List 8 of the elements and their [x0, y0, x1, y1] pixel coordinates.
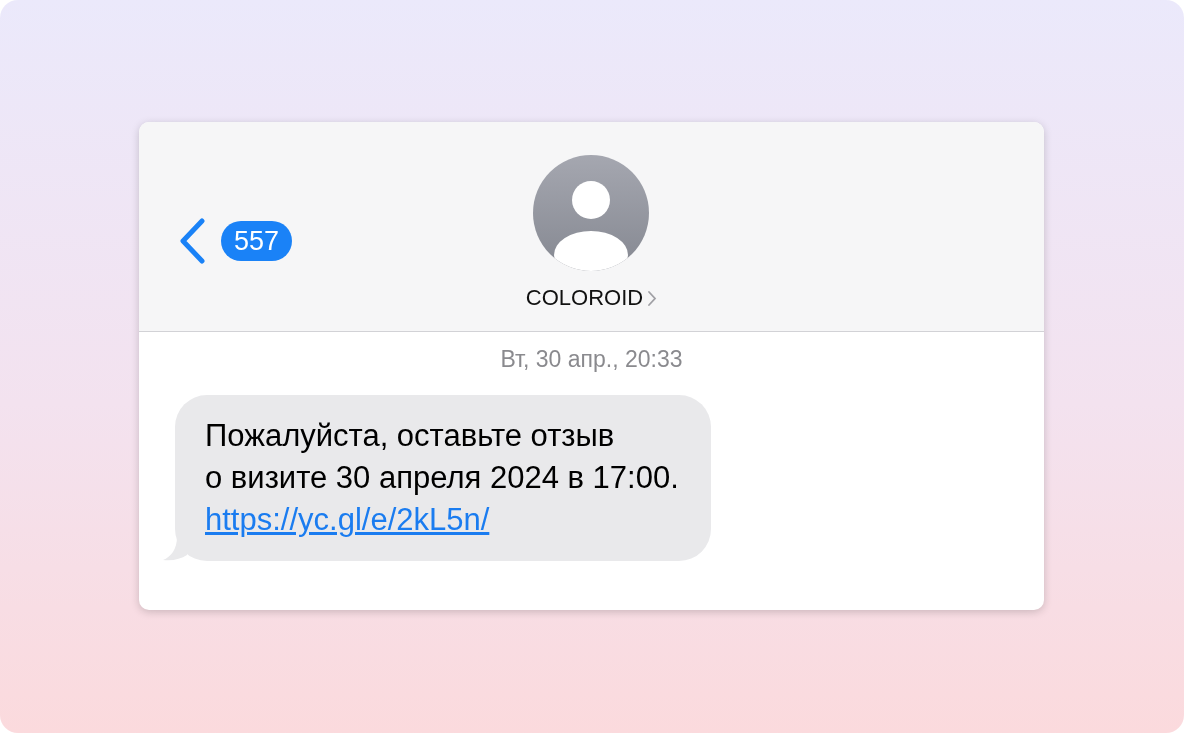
message-timestamp: Вт, 30 апр., 20:33: [499, 346, 684, 373]
message-text: Пожалуйста, оставьте отзыв о визите 30 апреля 2024 в 17:00. https://yc.gl/e/2kL5n/: [205, 417, 679, 539]
avatar-icon[interactable]: [533, 155, 650, 271]
message-link[interactable]: https://yc.gl/e/2kL5n/: [205, 502, 490, 537]
unread-count-badge[interactable]: 557: [221, 221, 293, 261]
back-icon[interactable]: [177, 217, 207, 265]
contact-name[interactable]: COLOROID: [525, 285, 644, 311]
chevron-right-icon: [647, 289, 658, 307]
